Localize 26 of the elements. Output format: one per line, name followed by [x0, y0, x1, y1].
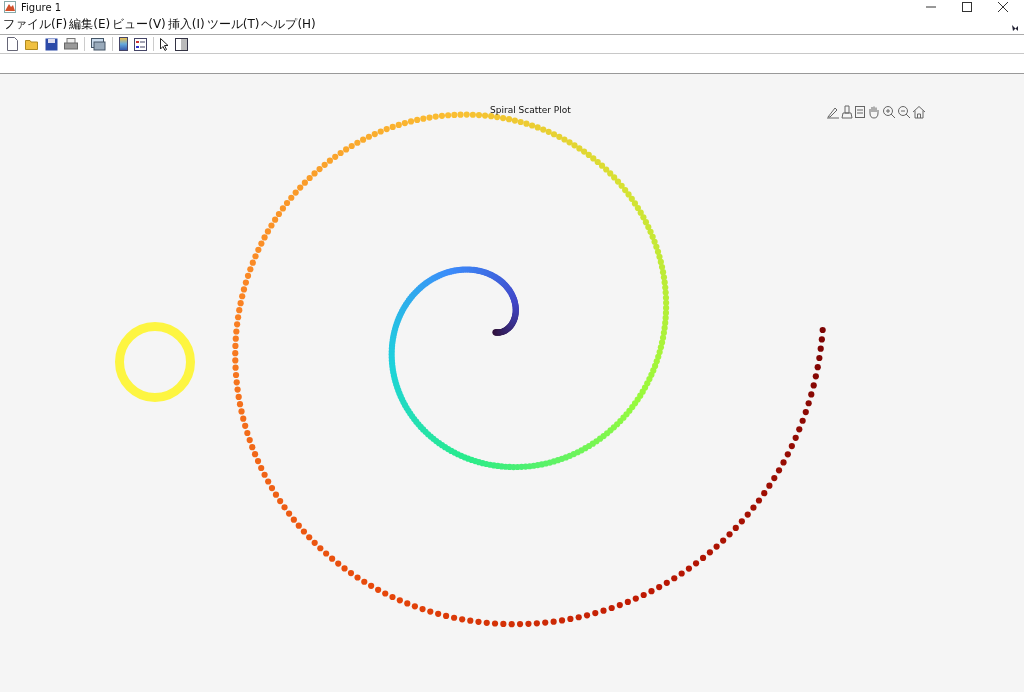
pointer-icon[interactable] — [160, 37, 169, 51]
zoom-out-icon[interactable] — [897, 105, 911, 119]
menu-item[interactable]: ファイル(F) — [3, 17, 68, 31]
colorbar-icon[interactable] — [119, 37, 128, 51]
close-icon[interactable] — [998, 2, 1008, 12]
folder-icon[interactable] — [25, 38, 39, 50]
new-file-icon[interactable] — [6, 37, 19, 51]
maximize-icon[interactable] — [962, 2, 972, 12]
zoom-in-icon[interactable] — [882, 105, 896, 119]
linked-window-icon[interactable] — [91, 37, 106, 51]
brush-icon[interactable] — [826, 105, 840, 119]
plot-title: Spiral Scatter Plot — [490, 105, 571, 115]
data-tip-icon[interactable] — [841, 105, 853, 119]
save-icon[interactable] — [45, 37, 58, 51]
menu-item[interactable]: 挿入(I) — [167, 17, 205, 31]
legend-icon[interactable] — [134, 37, 147, 51]
list-icon[interactable] — [854, 105, 866, 119]
printer-icon[interactable] — [64, 37, 78, 51]
pan-hand-icon[interactable] — [867, 105, 881, 119]
menu-item[interactable]: ヘルプ(H) — [261, 17, 316, 31]
home-icon[interactable] — [912, 105, 926, 119]
window-title: Figure 1 — [21, 1, 62, 13]
menu-item[interactable]: ツール(T) — [206, 17, 260, 31]
menu-item[interactable]: ビュー(V) — [112, 17, 166, 31]
property-panel-icon[interactable] — [175, 37, 188, 51]
menu-item[interactable]: 編集(E) — [69, 17, 111, 31]
